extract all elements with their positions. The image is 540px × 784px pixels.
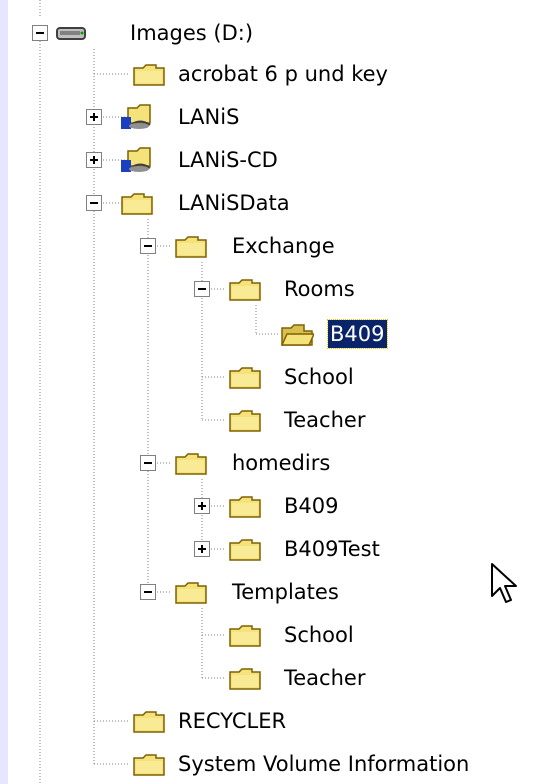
- folder-icon: [175, 582, 207, 604]
- tree-node-lanisdata[interactable]: LANiSData: [8, 187, 338, 219]
- tree-label-templates[interactable]: Templates: [230, 578, 341, 606]
- tree-label-images-drive[interactable]: Images (D:): [128, 19, 255, 47]
- tree-label-rooms[interactable]: Rooms: [282, 275, 357, 303]
- tree-node-system-volume-information[interactable]: System Volume Information: [8, 748, 540, 780]
- open-folder-icon: [280, 324, 314, 346]
- folder-icon: [121, 193, 153, 215]
- folder-icon: [229, 367, 261, 389]
- expand-toggle-icon[interactable]: [194, 498, 210, 514]
- network-folder-icon: [121, 147, 151, 172]
- tree-label-exchange-teacher[interactable]: Teacher: [282, 406, 367, 434]
- tree-node-exchange-school[interactable]: School: [8, 361, 428, 393]
- folder-icon: [133, 64, 165, 86]
- tree-label-lanis[interactable]: LANiS: [176, 103, 241, 131]
- tree-label-homedirs-b409test[interactable]: B409Test: [282, 535, 382, 563]
- tree-label-templates-teacher[interactable]: Teacher: [282, 664, 367, 692]
- tree-node-exchange-teacher[interactable]: Teacher: [8, 404, 428, 436]
- tree-node-images-drive[interactable]: Images (D:): [8, 17, 308, 49]
- expand-toggle-icon[interactable]: [86, 109, 102, 125]
- tree-label-exchange-school[interactable]: School: [282, 363, 356, 391]
- collapse-toggle-icon[interactable]: [140, 455, 156, 471]
- tree-node-lanis-cd[interactable]: LANiS-CD: [8, 144, 308, 176]
- folder-icon: [229, 625, 261, 647]
- network-folder-icon: [121, 104, 151, 129]
- folder-icon: [133, 711, 165, 733]
- tree-node-templates-school[interactable]: School: [8, 619, 428, 651]
- tree-label-templates-school[interactable]: School: [282, 621, 356, 649]
- collapse-toggle-icon[interactable]: [86, 195, 102, 211]
- tree-node-homedirs-b409test[interactable]: B409Test: [8, 533, 428, 565]
- tree-node-rooms[interactable]: Rooms: [8, 273, 428, 305]
- tree-label-lanisdata[interactable]: LANiSData: [176, 189, 292, 217]
- folder-icon: [175, 236, 207, 258]
- folder-icon: [229, 539, 261, 561]
- folder-icon: [133, 754, 165, 776]
- folder-tree-panel: Images (D:) acrobat 6 p und key LANiS LA…: [8, 0, 540, 784]
- mouse-pointer-icon: [491, 563, 517, 603]
- tree-label-system-volume-information[interactable]: System Volume Information: [176, 750, 471, 778]
- drive-icon: [56, 27, 86, 40]
- expand-toggle-icon[interactable]: [194, 541, 210, 557]
- tree-node-homedirs[interactable]: homedirs: [8, 447, 388, 479]
- collapse-toggle-icon[interactable]: [140, 584, 156, 600]
- collapse-toggle-icon[interactable]: [140, 238, 156, 254]
- collapse-toggle-icon[interactable]: [194, 281, 210, 297]
- tree-node-lanis[interactable]: LANiS: [8, 101, 268, 133]
- tree-label-lanis-cd[interactable]: LANiS-CD: [176, 146, 280, 174]
- tree-label-acrobat[interactable]: acrobat 6 p und key: [176, 60, 390, 88]
- tree-node-templates-teacher[interactable]: Teacher: [8, 662, 428, 694]
- tree-node-recycler[interactable]: RECYCLER: [8, 705, 328, 737]
- tree-node-exchange[interactable]: Exchange: [8, 230, 388, 262]
- tree-label-exchange[interactable]: Exchange: [230, 232, 337, 260]
- tree-node-homedirs-b409[interactable]: B409: [8, 490, 428, 522]
- expand-toggle-icon[interactable]: [86, 152, 102, 168]
- folder-icon: [229, 410, 261, 432]
- folder-icon: [229, 279, 261, 301]
- tree-node-rooms-b409[interactable]: B409: [8, 318, 448, 350]
- tree-node-acrobat[interactable]: acrobat 6 p und key: [8, 58, 468, 90]
- tree-label-rooms-b409[interactable]: B409: [327, 319, 388, 349]
- folder-icon: [175, 453, 207, 475]
- folder-icon: [229, 668, 261, 690]
- tree-node-templates[interactable]: Templates: [8, 576, 388, 608]
- collapse-toggle-icon[interactable]: [32, 25, 48, 41]
- folder-icon: [229, 496, 261, 518]
- tree-label-homedirs-b409[interactable]: B409: [282, 492, 341, 520]
- tree-label-homedirs[interactable]: homedirs: [230, 449, 332, 477]
- tree-label-recycler[interactable]: RECYCLER: [176, 707, 288, 735]
